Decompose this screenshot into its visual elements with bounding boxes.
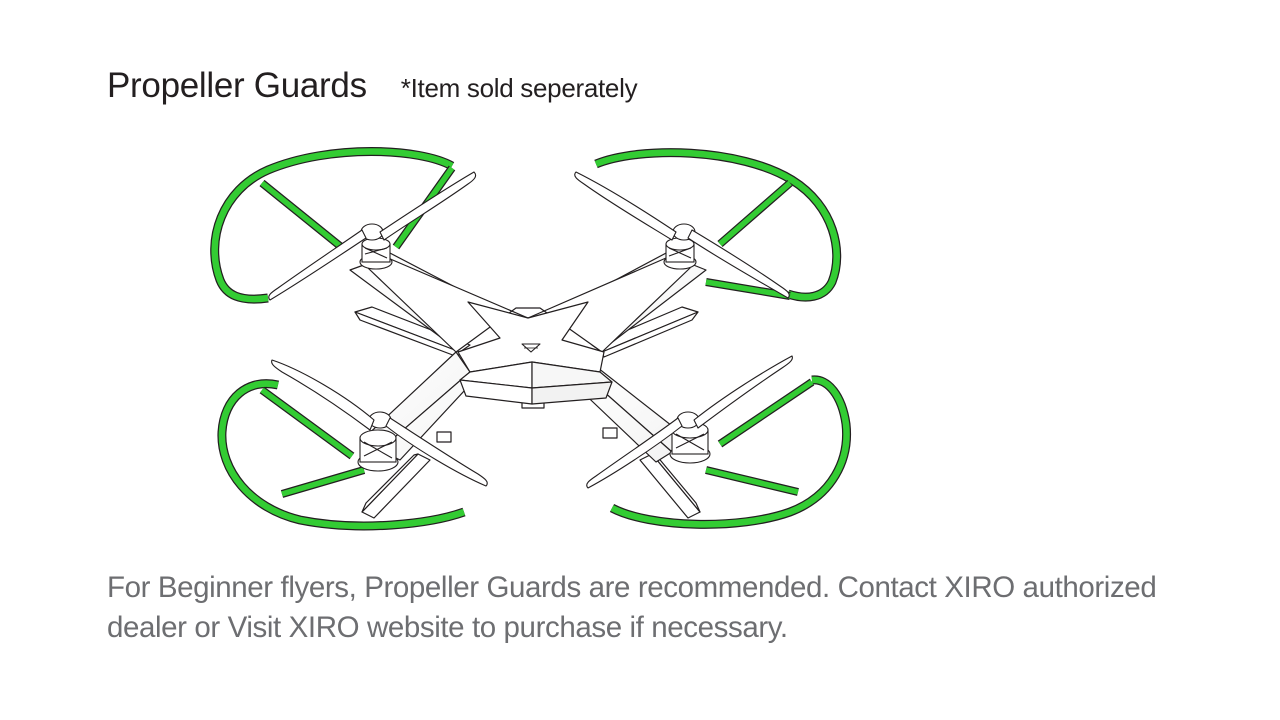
page-title: Propeller Guards	[107, 66, 367, 105]
heading: Propeller Guards *Item sold seperately	[107, 66, 638, 106]
guard-recommendation-text: For Beginner flyers, Propeller Guards ar…	[107, 571, 1157, 644]
drone-illustration	[210, 147, 852, 531]
sold-separately-note: *Item sold seperately	[400, 73, 638, 103]
manual-page: Propeller Guards *Item sold seperately F…	[0, 0, 1280, 720]
